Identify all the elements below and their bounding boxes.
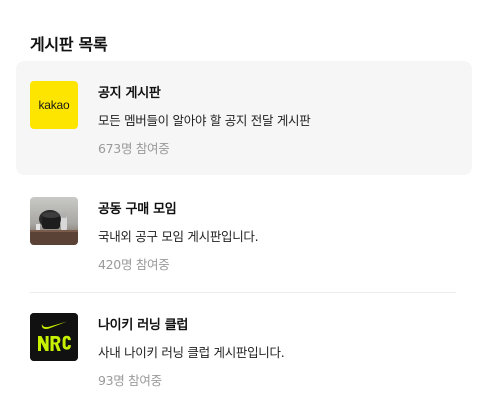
- board-thumbnail-nrc-logo: [30, 313, 78, 361]
- kakao-logo-text: kakao: [38, 98, 70, 112]
- product-photo-image: [30, 197, 78, 245]
- board-thumbnail-kakao-logo: kakao: [30, 81, 78, 129]
- board-description: 모든 멤버들이 알아야 할 공지 전달 게시판: [98, 113, 311, 128]
- board-member-count: 673명 참여중: [98, 141, 170, 156]
- board-list-page: 게시판 목록 kakao 공지 게시판 모든 멤버들이 알아야 할 공지 전달 …: [0, 0, 486, 418]
- board-name: 공동 구매 모임: [98, 202, 177, 217]
- section-title: 게시판 목록: [30, 35, 108, 54]
- board-item-running-club[interactable]: 나이키 러닝 클럽 사내 나이키 러닝 클럽 게시판입니다. 93명 참여중: [16, 293, 472, 407]
- board-description: 사내 나이키 러닝 클럽 게시판입니다.: [98, 345, 285, 360]
- board-item-notice[interactable]: kakao 공지 게시판 모든 멤버들이 알아야 할 공지 전달 게시판 673…: [16, 61, 472, 175]
- nike-nrc-logo-icon: [30, 313, 78, 361]
- board-thumbnail-photo: [30, 197, 78, 245]
- board-member-count: 93명 참여중: [98, 373, 162, 388]
- board-item-group-buying[interactable]: 공동 구매 모임 국내외 공구 모임 게시판입니다. 420명 참여중: [16, 177, 472, 291]
- board-member-count: 420명 참여중: [98, 257, 170, 272]
- board-description: 국내외 공구 모임 게시판입니다.: [98, 229, 259, 244]
- board-name: 공지 게시판: [98, 86, 161, 101]
- board-name: 나이키 러닝 클럽: [98, 318, 189, 333]
